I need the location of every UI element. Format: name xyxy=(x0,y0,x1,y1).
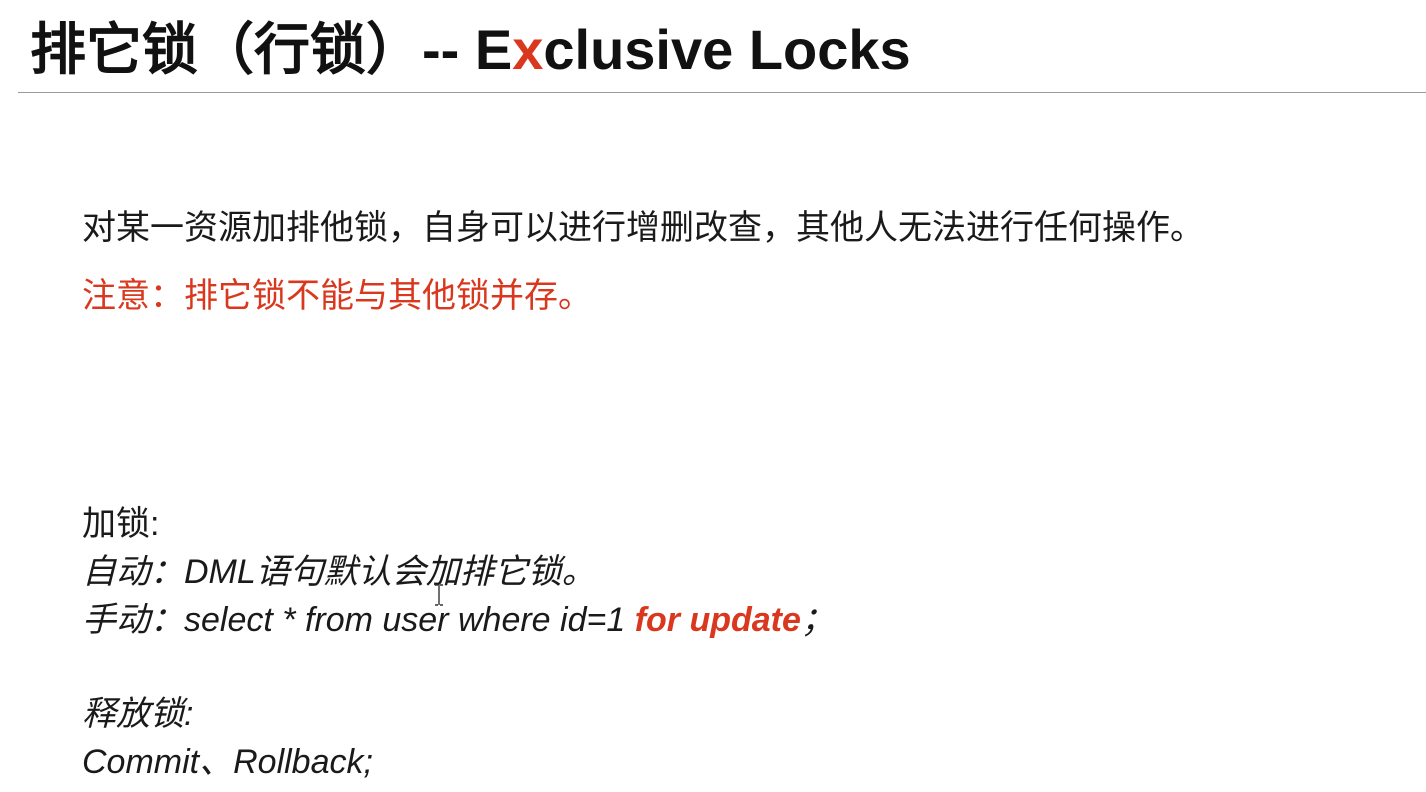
warning-note: 注意：排它锁不能与其他锁并存。 xyxy=(82,277,592,315)
slide: 排它锁（行锁）-- Exclusive Locks 对某一资源加排他锁，自身可以… xyxy=(0,0,1426,792)
text-cursor-icon xyxy=(435,584,443,606)
manual-sql-prefix: 手动：select * from user where id=1 xyxy=(82,601,635,639)
title-text: 排它锁（行锁）-- E xyxy=(30,18,513,81)
release-methods: Commit、Rollback; xyxy=(82,743,373,781)
title-accent-letter: x xyxy=(512,18,544,81)
lock-heading: 加锁: xyxy=(82,505,160,543)
manual-sql-suffix: ； xyxy=(800,601,835,639)
lock-auto-line: 自动：DML语句默认会加排它锁。 xyxy=(82,553,596,591)
slide-title: 排它锁（行锁）-- Exclusive Locks xyxy=(30,14,911,86)
description-text: 对某一资源加排他锁，自身可以进行增删改查，其他人无法进行任何操作。 xyxy=(82,209,1204,247)
sql-keyword-for-update: for update xyxy=(634,601,801,639)
title-divider xyxy=(18,92,1426,93)
lock-manual-line: 手动：select * from user where id=1 for upd… xyxy=(82,596,835,644)
release-section: 释放锁: Commit、Rollback; xyxy=(82,690,373,786)
lock-section: 加锁: 自动：DML语句默认会加排它锁。 手动：select * from us… xyxy=(82,500,835,644)
release-heading: 释放锁: xyxy=(82,695,194,733)
title-text-rest: clusive Locks xyxy=(543,18,911,81)
